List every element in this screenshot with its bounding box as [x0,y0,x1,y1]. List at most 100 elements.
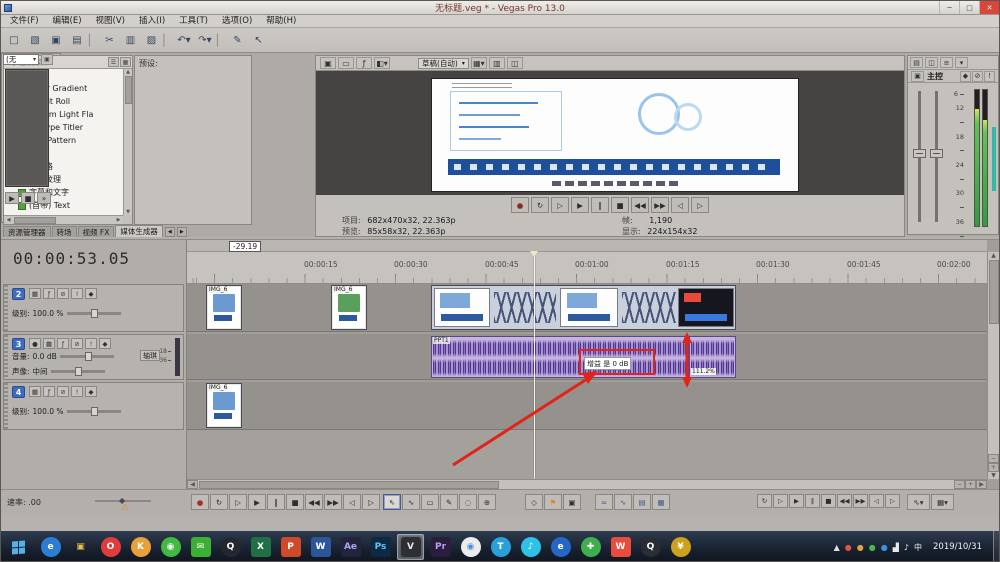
menu-item[interactable]: 工具(T) [172,15,215,28]
stop-preset-icon[interactable]: ■ [21,192,35,204]
menu-item[interactable]: 文件(F) [3,15,46,28]
automation-icon[interactable]: ◆ [85,288,97,299]
solo-icon[interactable]: ! [71,288,83,299]
scroll-thumb[interactable] [125,76,132,104]
split-screen-view-icon[interactable]: ◧▾ [374,57,390,69]
after-effects[interactable]: Ae [337,534,364,560]
play-preset-icon[interactable]: ▶ [5,192,19,204]
scroll-right-icon[interactable]: ▶ [976,480,987,489]
play-from-start-icon[interactable]: ▷ [229,494,247,510]
menu-item[interactable]: 帮助(H) [259,15,303,28]
playhead-marker[interactable] [530,251,538,257]
taskbar-clock[interactable]: 2019/10/31 [927,542,988,552]
tab-scroll-right-icon[interactable]: ▶ [177,227,187,237]
powerpoint[interactable]: P [277,534,304,560]
track-grip[interactable] [4,285,8,331]
track-grip[interactable] [4,335,8,379]
pause-icon[interactable]: ‖ [805,494,820,508]
overlays-grid-icon[interactable]: ▦▾ [471,57,487,69]
photoshop[interactable]: Ps [367,534,394,560]
input-method-indicator[interactable]: 中 [914,542,922,553]
track-fx-icon[interactable]: ƒ [43,386,55,397]
prev-frame-icon[interactable]: ◁ [343,494,361,510]
dock-tab[interactable]: 转场 [52,226,77,237]
tim[interactable]: T [487,534,514,560]
loop-playback-icon[interactable]: ↻ [210,494,228,510]
tray-app-red-icon[interactable]: ● [845,543,852,552]
project-video-properties-icon[interactable]: ▣ [320,57,336,69]
video-event[interactable]: IMG_6 [331,285,367,330]
solo-icon[interactable]: ! [85,338,97,349]
menu-item[interactable]: 选项(O) [215,15,259,28]
selection-edit-tool-icon[interactable]: ▭ [421,494,439,510]
zoom-edit-tool-icon[interactable]: ⊕ [478,494,496,510]
wps[interactable]: W [607,534,634,560]
track-grip[interactable] [4,383,8,429]
arm-record-icon[interactable]: ● [29,338,41,349]
play-from-start-icon[interactable]: ▷ [773,494,788,508]
preset-dropdown[interactable]: (无 ▾ [3,54,39,65]
timecode-display[interactable]: 00:00:53.05 [13,249,130,268]
insert-region-icon[interactable]: ▣ [563,494,581,510]
360-safe[interactable]: ✚ [577,534,604,560]
next-frame-icon[interactable]: ▷ [362,494,380,510]
play-from-start-icon[interactable]: ▷ [551,197,569,213]
video-event[interactable] [431,285,736,330]
dock-tab[interactable]: 视频 FX [78,226,115,237]
scroll-left-icon[interactable]: ◀ [4,217,13,223]
go-to-start-icon[interactable]: ◀◀ [837,494,852,508]
save-snapshot-icon[interactable]: ◫ [507,57,523,69]
scroll-thumb[interactable] [199,481,499,489]
record-icon[interactable]: ● [511,197,529,213]
toolbar-separator[interactable]: ▏ [162,31,172,50]
scroll-right-icon[interactable]: ▶ [114,217,123,223]
tray-app-orange-icon[interactable]: ● [857,543,864,552]
save-project-icon[interactable]: ▣ [46,31,66,50]
menu-item[interactable]: 视图(V) [89,15,132,28]
premiere[interactable]: Pr [427,534,454,560]
chrome-browser[interactable]: ◉ [457,534,484,560]
normal-edit-tool-icon[interactable]: ⇖ [383,494,401,510]
close-button[interactable]: ✕ [979,1,999,14]
loop-playback-icon[interactable]: ↻ [531,197,549,213]
video-event[interactable]: IMG_6 [206,285,242,330]
loop-playback-icon[interactable]: ↻ [757,494,772,508]
next-frame-icon[interactable]: ▷ [885,494,900,508]
zoom-in-icon[interactable]: + [988,463,999,472]
event-tool-icon[interactable]: ▦ [652,494,670,510]
vegas-pro[interactable]: V [397,534,424,560]
track-fx-icon[interactable]: ƒ [57,338,69,349]
pan-slider[interactable] [51,370,105,373]
track-fx-button[interactable]: 轴琪 [140,350,160,361]
video-event[interactable]: IMG_6 [206,383,242,428]
start-button[interactable] [1,531,35,562]
thumbnail-view-icon[interactable]: ▦ [120,57,131,67]
record-icon[interactable]: ● [191,494,209,510]
list-view-icon[interactable]: ☰ [108,57,119,67]
preset-save-icon[interactable]: ▣ [41,54,53,65]
show-desktop-button[interactable] [993,531,999,562]
master-fader-left[interactable] [918,91,921,222]
next-frame-icon[interactable]: ▷ [691,197,709,213]
fader-handle[interactable] [930,149,943,158]
undo-icon[interactable]: ↶▾ [174,31,194,50]
bus-assign-icon[interactable]: ▦ [29,386,41,397]
downmix-output-icon[interactable]: ◫ [925,57,938,68]
finance-app[interactable]: ¥ [667,534,694,560]
network-icon[interactable]: ▟ [893,543,899,552]
qq-secondary[interactable]: Q [637,534,664,560]
interactive-tutorials-icon[interactable]: ✎ [227,31,247,50]
level-slider[interactable] [67,312,121,315]
solo-master-icon[interactable]: ! [984,71,995,82]
track-header-audio-3[interactable]: 3 ●▦ƒ⊘!◆ 音量: 0.0 dB 轴琪 声像: 中间 1836 [3,334,184,380]
time-ruler[interactable]: 00:00:1500:00:3000:00:4500:01:0000:01:15… [187,252,987,284]
tray-app-blue-icon[interactable]: ● [881,543,888,552]
copy-icon[interactable]: ▥ [120,31,140,50]
more-presets-icon[interactable]: » [37,192,51,204]
dock-tab[interactable]: 媒体生成器 [115,225,163,237]
audio-event[interactable]: 111.2% [689,336,736,378]
erase-tool-icon[interactable]: ◌ [459,494,477,510]
project-properties-icon[interactable]: ▤ [67,31,87,50]
scroll-up-icon[interactable]: ▲ [991,252,996,259]
scroll-left-icon[interactable]: ◀ [187,480,198,489]
